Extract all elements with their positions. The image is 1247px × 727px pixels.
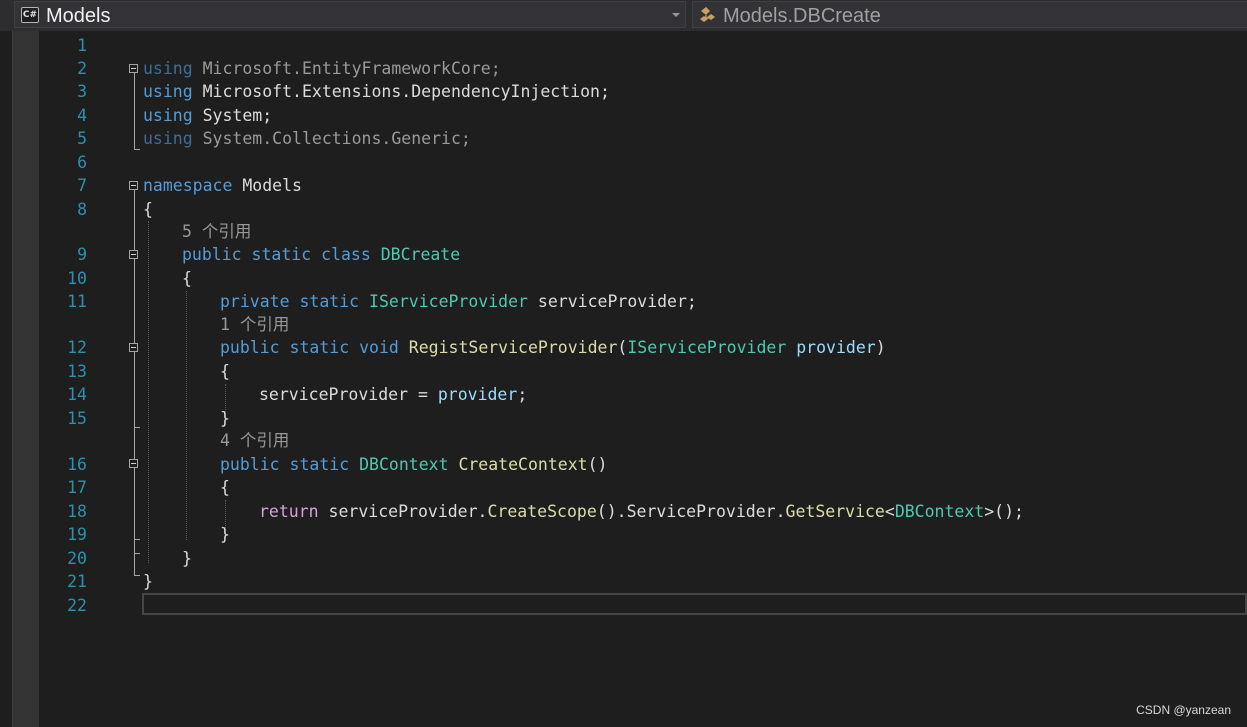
- reference-label: 个引用: [239, 315, 290, 334]
- keyword: public: [220, 455, 280, 474]
- namespace-name: Models: [242, 176, 302, 195]
- paren: ): [875, 338, 886, 357]
- code-line: private static IServiceProvider serviceP…: [220, 290, 697, 313]
- code-line: }: [143, 572, 153, 591]
- keyword: public: [182, 245, 242, 264]
- reference-label: 个引用: [239, 431, 290, 450]
- method-name: CreateContext: [458, 455, 588, 474]
- code-line: public static class DBCreate: [182, 243, 460, 266]
- codelens-references[interactable]: 1 个引用: [220, 313, 289, 336]
- class-name: DBCreate: [380, 245, 461, 264]
- code-line: namespace Models: [143, 174, 302, 197]
- code-line: using Microsoft.Extensions.DependencyInj…: [143, 80, 610, 103]
- keyword: private: [220, 292, 290, 311]
- reference-count: 5: [182, 222, 192, 241]
- code-line: }: [220, 525, 230, 544]
- paren: (): [587, 455, 608, 474]
- type-name: IServiceProvider: [369, 292, 528, 311]
- code-text-area[interactable]: using Microsoft.EntityFrameworkCore; usi…: [0, 31, 1247, 727]
- keyword: static: [289, 338, 350, 357]
- method-name: GetService: [785, 502, 885, 521]
- type-name: IServiceProvider: [627, 338, 787, 357]
- keyword: static: [289, 455, 350, 474]
- member-access: ().ServiceProvider.: [596, 502, 786, 521]
- operator: =: [408, 385, 438, 404]
- keyword: class: [321, 245, 371, 264]
- type-dropdown[interactable]: Models.DBCreate: [692, 1, 1247, 28]
- class-icon: [700, 7, 715, 22]
- reference-label: 个引用: [201, 222, 252, 241]
- project-dropdown-label: Models: [46, 5, 111, 27]
- csharp-project-icon: C#: [21, 7, 39, 23]
- keyword: using: [143, 82, 193, 101]
- code-line: using Microsoft.EntityFrameworkCore;: [143, 57, 501, 80]
- code-line: {: [143, 200, 153, 219]
- generic-close: >();: [984, 502, 1024, 521]
- code-line: }: [182, 549, 192, 568]
- control-keyword: return: [259, 502, 319, 521]
- keyword: using: [143, 129, 193, 148]
- code-line: return serviceProvider.CreateScope().Ser…: [259, 500, 1024, 523]
- reference-count: 1: [220, 315, 230, 334]
- field-name: serviceProvider;: [537, 292, 697, 311]
- namespace-ref: Microsoft.Extensions.DependencyInjection…: [202, 82, 610, 101]
- method-name: CreateScope: [487, 502, 597, 521]
- code-line: {: [220, 362, 230, 381]
- code-line: }: [220, 409, 230, 428]
- parameter-name: provider: [796, 338, 876, 357]
- keyword: static: [251, 245, 312, 264]
- parameter-name: provider: [437, 385, 518, 404]
- code-line: {: [182, 269, 192, 288]
- semicolon: ;: [517, 385, 528, 404]
- code-line: public static void RegistServiceProvider…: [220, 336, 886, 359]
- code-line: serviceProvider = provider;: [259, 383, 527, 406]
- current-line-highlight: [142, 593, 1247, 615]
- generic-open: <: [884, 502, 895, 521]
- codelens-references[interactable]: 5 个引用: [182, 220, 251, 243]
- code-editor[interactable]: 1 2 3 4 5 6 7 8 9 10 11 12 13 14 15 16 1…: [0, 31, 1247, 727]
- keyword: using: [143, 59, 193, 78]
- namespace-ref: System.Collections.Generic;: [202, 129, 471, 148]
- keyword: using: [143, 106, 193, 125]
- type-name: DBContext: [359, 455, 449, 474]
- codelens-references[interactable]: 4 个引用: [220, 429, 289, 452]
- code-line: public static DBContext CreateContext(): [220, 453, 607, 476]
- paren: (: [617, 338, 628, 357]
- project-dropdown[interactable]: C# Models: [14, 1, 686, 28]
- field-name: serviceProvider.: [328, 502, 488, 521]
- keyword: namespace: [143, 176, 233, 195]
- chevron-down-icon[interactable]: [672, 13, 680, 17]
- type-dropdown-label: Models.DBCreate: [723, 5, 881, 27]
- code-line: using System;: [143, 104, 272, 127]
- namespace-ref: Microsoft.EntityFrameworkCore;: [202, 59, 501, 78]
- navigation-bar: C# Models Models.DBCreate: [0, 0, 1247, 31]
- type-name: DBContext: [894, 502, 985, 521]
- keyword: public: [220, 338, 280, 357]
- namespace-ref: System;: [202, 106, 273, 125]
- watermark: CSDN @yanzean: [1136, 703, 1231, 717]
- field-name: serviceProvider: [259, 385, 409, 404]
- keyword: static: [299, 292, 360, 311]
- reference-count: 4: [220, 431, 230, 450]
- code-line: {: [220, 478, 230, 497]
- keyword: void: [359, 338, 399, 357]
- method-name: RegistServiceProvider: [408, 338, 618, 357]
- code-line: using System.Collections.Generic;: [143, 127, 471, 150]
